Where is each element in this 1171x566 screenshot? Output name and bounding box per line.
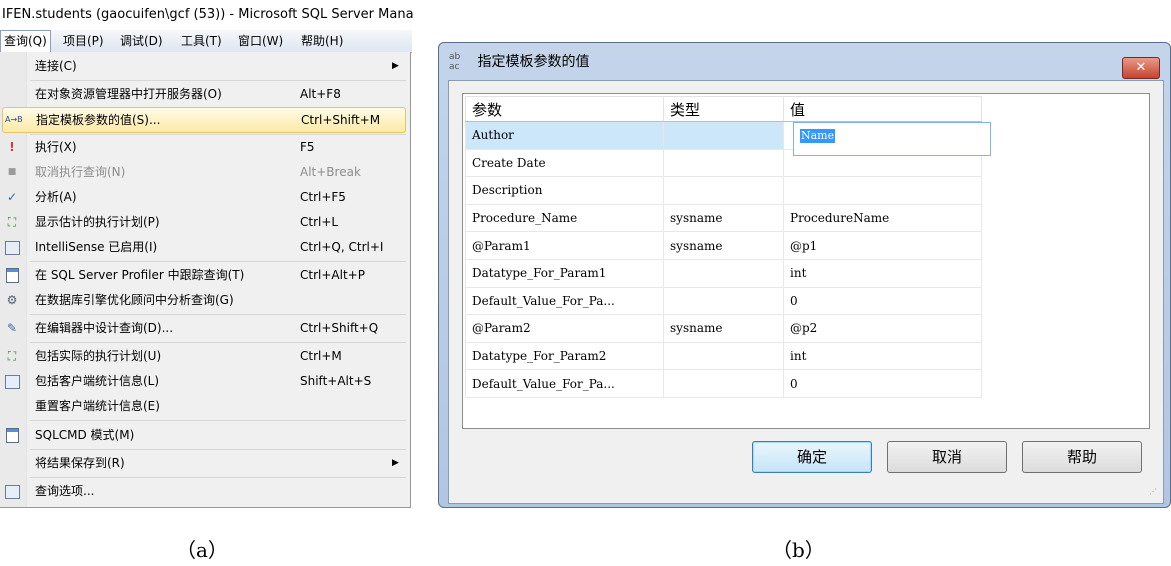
menu-item-cancel-query[interactable]: ■ 取消执行查询(N) Alt+Break [0, 159, 410, 185]
menu-project[interactable]: 项目(P) [60, 30, 107, 52]
window-title: IFEN.students (gaocuifen\gcf (53)) - Mic… [0, 0, 414, 30]
menu-item-parse[interactable]: ✓ 分析(A) Ctrl+F5 [0, 184, 410, 210]
parameters-grid: 参数 类型 值 Author Create Date Description P… [462, 93, 1150, 429]
query-menu-panel: IFEN.students (gaocuifen\gcf (53)) - Mic… [0, 0, 414, 508]
value-edit-selection: Name [800, 129, 836, 143]
table-row[interactable]: Datatype_For_Param1 int [465, 258, 982, 288]
table-row[interactable]: Datatype_For_Param2 int [465, 341, 982, 371]
execute-icon: ! [9, 140, 15, 154]
menu-item-tuning-advisor[interactable]: ⚙ 在数据库引擎优化顾问中分析查询(G) [0, 287, 410, 313]
template-parameters-dialog: ab ac 指定模板参数的值 ✕ 参数 类型 值 Author Create D… [438, 42, 1171, 508]
dialog-title: ab ac 指定模板参数的值 [449, 52, 590, 72]
table-row[interactable]: Description [465, 176, 982, 205]
submenu-arrow-icon: ▶ [392, 61, 399, 71]
column-header-parameter[interactable]: 参数 [465, 96, 664, 122]
value-edit-field[interactable]: Name [793, 122, 991, 156]
sqlcmd-icon [4, 427, 20, 443]
profiler-icon [4, 267, 20, 283]
menu-item-design-query[interactable]: ✎ 在编辑器中设计查询(D)... Ctrl+Shift+Q [0, 315, 410, 341]
menu-item-actual-plan[interactable]: ⛶ 包括实际的执行计划(U) Ctrl+M [0, 343, 410, 369]
table-row[interactable]: Default_Value_For_Pa... 0 [465, 286, 982, 316]
submenu-arrow-icon: ▶ [392, 458, 399, 468]
query-options-icon [4, 483, 20, 499]
table-row[interactable]: @Param2 sysname @p2 [465, 314, 982, 343]
menu-help[interactable]: 帮助(H) [298, 30, 346, 52]
checkmark-icon: ✓ [6, 190, 18, 204]
column-header-value[interactable]: 值 [783, 96, 982, 122]
client-statistics-icon [4, 373, 20, 389]
close-button[interactable]: ✕ [1122, 57, 1160, 79]
dialog-body: 参数 类型 值 Author Create Date Description P… [448, 80, 1164, 504]
resize-grip-icon[interactable]: ⋰ [1149, 487, 1157, 496]
menu-item-execute[interactable]: ! 执行(X) F5 [0, 134, 410, 160]
replace-icon: A→B [5, 115, 23, 124]
caption-a: （a） [176, 538, 228, 562]
menu-item-intellisense[interactable]: IntelliSense 已启用(I) Ctrl+Q, Ctrl+I [0, 234, 410, 260]
menu-item-connect[interactable]: 连接(C) ▶ [0, 53, 410, 79]
menu-tools[interactable]: 工具(T) [178, 30, 225, 52]
table-row[interactable]: Default_Value_For_Pa... 0 [465, 369, 982, 398]
help-button[interactable]: 帮助 [1022, 441, 1142, 473]
menu-query[interactable]: 查询(Q) [0, 30, 51, 53]
menu-window[interactable]: 窗口(W) [235, 30, 286, 52]
tuning-advisor-icon: ⚙ [6, 293, 18, 307]
menu-bar: 查询(Q) 项目(P) 调试(D) 工具(T) 窗口(W) 帮助(H) [0, 30, 412, 53]
column-header-type[interactable]: 类型 [663, 96, 784, 122]
menu-item-query-options[interactable]: 查询选项... [0, 478, 410, 504]
execution-plan-icon: ⛶ [7, 215, 17, 229]
design-query-icon: ✎ [6, 321, 18, 335]
query-dropdown-menu: 连接(C) ▶ 在对象资源管理器中打开服务器(O) Alt+F8 A→B 指定模… [0, 52, 411, 508]
table-row[interactable]: @Param1 sysname @p1 [465, 231, 982, 260]
menu-item-client-statistics[interactable]: 包括客户端统计信息(L) Shift+Alt+S [0, 368, 410, 394]
menu-item-save-results[interactable]: 将结果保存到(R) ▶ [0, 450, 410, 476]
intellisense-icon [4, 239, 20, 255]
caption-b: （b） [772, 538, 825, 562]
actual-plan-icon: ⛶ [7, 349, 17, 363]
menu-item-sqlcmd-mode[interactable]: SQLCMD 模式(M) [0, 422, 410, 448]
menu-item-reset-statistics[interactable]: 重置客户端统计信息(E) [0, 393, 410, 419]
menu-debug[interactable]: 调试(D) [117, 30, 166, 52]
table-row[interactable]: Procedure_Name sysname ProcedureName [465, 203, 982, 233]
ok-button[interactable]: 确定 [752, 441, 872, 473]
stop-icon: ■ [7, 167, 17, 177]
template-icon: ab ac [449, 52, 461, 72]
menu-item-open-server[interactable]: 在对象资源管理器中打开服务器(O) Alt+F8 [0, 81, 410, 107]
menu-item-estimated-plan[interactable]: ⛶ 显示估计的执行计划(P) Ctrl+L [0, 209, 410, 235]
menu-item-specify-template-values[interactable]: A→B 指定模板参数的值(S)... Ctrl+Shift+M [2, 107, 406, 133]
cancel-button[interactable]: 取消 [887, 441, 1007, 473]
menu-item-trace-profiler[interactable]: 在 SQL Server Profiler 中跟踪查询(T) Ctrl+Alt+… [0, 262, 410, 288]
